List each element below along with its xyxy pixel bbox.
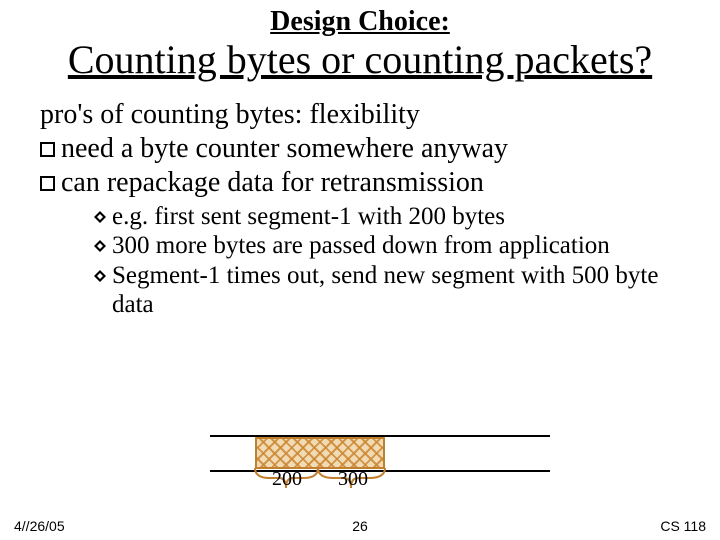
bullet-text: need a byte counter somewhere anyway — [61, 133, 680, 165]
sub-bullets: e.g. first sent segment-1 with 200 bytes… — [40, 202, 680, 320]
square-bullet-icon — [40, 142, 55, 157]
title-line-1: Design Choice: — [0, 6, 720, 38]
bullet-text: can repackage data for retransmission — [61, 167, 680, 199]
slide-title: Design Choice: Counting bytes or countin… — [0, 0, 720, 83]
diamond-bullet-icon — [94, 270, 106, 282]
diamond-bullet-icon — [94, 211, 106, 223]
bullet-item: can repackage data for retransmission — [40, 167, 680, 199]
bytes-diagram: 200 300 — [210, 420, 550, 500]
seg1-label: 200 — [272, 468, 302, 491]
slide: Design Choice: Counting bytes or countin… — [0, 0, 720, 540]
sub-item: e.g. first sent segment-1 with 200 bytes — [94, 202, 680, 232]
sub-text: e.g. first sent segment-1 with 200 bytes — [112, 202, 505, 232]
sub-text: 300 more bytes are passed down from appl… — [112, 231, 610, 261]
footer-course: CS 118 — [660, 518, 706, 534]
band-border — [255, 437, 385, 469]
sub-item: Segment-1 times out, send new segment wi… — [94, 261, 680, 320]
seg2-label: 300 — [338, 468, 368, 491]
slide-body: pro's of counting bytes: flexibility nee… — [0, 83, 720, 320]
bullet-item: need a byte counter somewhere anyway — [40, 133, 680, 165]
title-line-2: Counting bytes or counting packets? — [0, 36, 720, 83]
lead-text: pro's of counting bytes: flexibility — [40, 99, 680, 131]
footer-date: 4//26/05 — [14, 518, 65, 534]
sub-item: 300 more bytes are passed down from appl… — [94, 231, 680, 261]
sub-text: Segment-1 times out, send new segment wi… — [112, 261, 680, 320]
footer-page: 26 — [352, 518, 368, 534]
diamond-bullet-icon — [94, 240, 106, 252]
diagram-segment-band — [255, 437, 385, 469]
square-bullet-icon — [40, 176, 55, 191]
